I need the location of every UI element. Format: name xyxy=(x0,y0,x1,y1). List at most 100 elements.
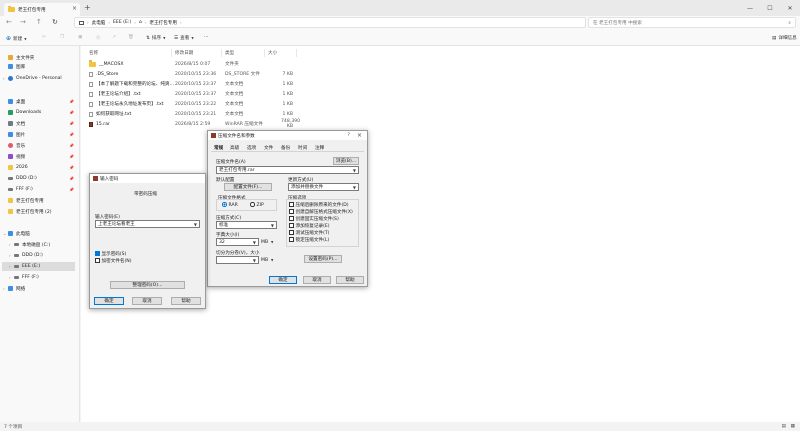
table-row[interactable]: 15.rar 2026/8/15 2:59 WinRAR 压缩文件 748,39… xyxy=(83,119,383,129)
sidebar-item-gallery[interactable]: 图库 xyxy=(8,62,78,71)
table-row[interactable]: 【老王论坛永久地址发布页】.txt 2020/10/15 23:22 文本文档 … xyxy=(83,100,383,108)
chevron-right-icon[interactable]: › xyxy=(9,253,11,258)
sidebar-item-pictures[interactable]: 图片 📌 xyxy=(8,130,78,139)
column-header-type[interactable]: 类型 xyxy=(225,50,234,56)
sidebar-item-2026[interactable]: 2026 📌 xyxy=(8,163,78,172)
sidebar-item-documents[interactable]: 文档 📌 xyxy=(8,119,78,128)
organize-passwords-button[interactable]: 整理密码(O)... xyxy=(110,281,185,289)
option-recovery[interactable]: 添加恢复记录(E) xyxy=(289,223,330,229)
column-header-size[interactable]: 大小 xyxy=(268,50,277,56)
sidebar-item-ddd[interactable]: DDD (D:) 📌 xyxy=(8,174,78,183)
table-row[interactable]: 【老王论坛介绍】.txt 2020/10/15 23:37 文本文档 1 KB xyxy=(83,90,383,98)
show-password-checkbox[interactable]: 显示密码(S) xyxy=(95,251,126,257)
cancel-button[interactable]: 取消 xyxy=(132,297,162,305)
ok-button[interactable]: 确定 xyxy=(94,297,124,305)
compression-method-select[interactable]: 标准 ▼ xyxy=(216,221,277,229)
profiles-button[interactable]: 配置文件(F)... xyxy=(224,183,272,191)
chevron-down-icon: ▼ xyxy=(270,222,274,228)
cancel-button[interactable]: 取消 xyxy=(303,276,331,284)
chevron-right-icon[interactable]: › xyxy=(9,242,11,247)
chevron-right-icon[interactable]: › xyxy=(3,286,5,291)
details-view-icon[interactable]: ▤ xyxy=(782,424,786,429)
close-button[interactable]: ✕ xyxy=(780,0,800,16)
delete-icon[interactable]: 🗑 xyxy=(128,35,134,40)
format-rar-radio[interactable]: RAR xyxy=(222,202,238,208)
split-volumes-combo[interactable]: ▼ xyxy=(216,256,259,264)
password-input[interactable]: 上老王论坛看老王 ▼ xyxy=(95,220,200,228)
chevron-right-icon[interactable]: › xyxy=(3,76,5,81)
explorer-tab[interactable]: 老王打包专用 × xyxy=(4,3,80,16)
rename-icon[interactable]: Ⓐ xyxy=(96,35,101,41)
sidebar-item-home[interactable]: 主文件夹 xyxy=(8,53,78,62)
search-placeholder: 在 老王打包专用 中搜索 xyxy=(593,20,642,26)
chevron-down-icon[interactable]: ▼ xyxy=(271,240,273,244)
browse-button[interactable]: 浏览(B)... xyxy=(333,157,359,165)
sidebar-item-laowang-2[interactable]: 老王打包专用 (2) xyxy=(8,207,78,216)
sidebar-item-onedrive[interactable]: › OneDrive - Personal xyxy=(3,74,78,83)
dictionary-size-select[interactable]: 32 ▼ xyxy=(216,238,259,246)
table-row[interactable]: .DS_Store 2020/10/15 23:36 DS_STORE 文件 7… xyxy=(83,70,383,78)
back-icon[interactable]: ← xyxy=(6,18,12,26)
chevron-right-icon[interactable]: › xyxy=(9,275,11,280)
forward-icon[interactable]: → xyxy=(20,18,26,26)
more-button[interactable]: ··· xyxy=(204,35,208,40)
format-zip-radio[interactable]: ZIP xyxy=(250,202,264,208)
new-button[interactable]: ⊕ 新建 ▼ xyxy=(6,35,27,42)
help-question-icon[interactable]: ? xyxy=(348,133,350,138)
option-test[interactable]: 测试压缩文件(T) xyxy=(289,230,329,236)
share-icon[interactable]: ↗ xyxy=(112,35,116,40)
cut-icon[interactable]: ✂ xyxy=(42,35,46,40)
up-icon[interactable]: ↑ xyxy=(36,18,42,26)
search-input[interactable]: 在 老王打包专用 中搜索 ⌕ xyxy=(588,17,796,28)
sidebar-item-network[interactable]: › 网络 xyxy=(3,284,78,293)
breadcrumb-drive[interactable]: EEE (E:) xyxy=(113,20,131,25)
option-sfx[interactable]: 创建自解压格式压缩文件(X) xyxy=(289,209,353,215)
details-pane-button[interactable]: ▤ 详细信息 xyxy=(772,35,797,42)
sidebar-item-c-drive[interactable]: › 本地磁盘 (C:) xyxy=(9,240,78,249)
sidebar-item-videos[interactable]: 视频 📌 xyxy=(8,152,78,161)
table-row[interactable]: __MACOSX 2026/8/15 0:07 文件夹 xyxy=(83,60,383,68)
minimize-button[interactable]: — xyxy=(740,0,760,16)
breadcrumb-home-icon[interactable]: ⌂ xyxy=(139,20,142,25)
chevron-down-icon[interactable]: ▼ xyxy=(271,258,273,262)
address-bar[interactable]: › 此电脑 › EEE (E:) › ⌂ › 老王打包专用 › xyxy=(74,17,586,28)
sidebar-item-downloads[interactable]: Downloads 📌 xyxy=(8,108,78,117)
view-button[interactable]: ☰ 查看 ▼ xyxy=(174,35,194,42)
paste-icon[interactable]: ▣ xyxy=(78,35,82,40)
close-icon[interactable]: × xyxy=(357,132,362,139)
column-header-date[interactable]: 修改日期 xyxy=(175,50,193,56)
encrypt-names-checkbox[interactable]: 加密文件名(N) xyxy=(95,258,132,264)
option-solid[interactable]: 创建固实压缩文件(S) xyxy=(289,216,339,222)
sidebar-item-desktop[interactable]: 桌面 📌 xyxy=(8,97,78,106)
chevron-down-icon[interactable]: ⌄ xyxy=(3,231,6,236)
sidebar-item-this-pc[interactable]: ⌄ 此电脑 xyxy=(3,229,78,238)
breadcrumb-this-pc[interactable]: 此电脑 xyxy=(92,20,106,26)
refresh-icon[interactable]: ↻ xyxy=(52,18,58,26)
column-header-name[interactable]: 名称 xyxy=(89,50,98,56)
sort-button[interactable]: ⇅ 排序 ▼ xyxy=(146,35,165,42)
archive-name-combo[interactable]: 老王打包专用.rar ▼ xyxy=(216,166,359,174)
sidebar-item-d-drive[interactable]: › DDD (D:) xyxy=(9,251,78,260)
help-button[interactable]: 帮助 xyxy=(336,276,364,284)
update-mode-select[interactable]: 添加并替换文件 ▼ xyxy=(288,183,359,191)
breadcrumb-folder[interactable]: 老王打包专用 xyxy=(149,20,177,26)
tab-close-icon[interactable]: × xyxy=(72,5,77,12)
new-tab-button[interactable]: + xyxy=(84,3,91,12)
chevron-right-icon[interactable]: › xyxy=(9,264,11,269)
option-lock[interactable]: 锁定压缩文件(L) xyxy=(289,237,329,243)
sidebar-item-music[interactable]: 音乐 📌 xyxy=(8,141,78,150)
option-delete-after[interactable]: 压缩后删除原来的文件(D) xyxy=(289,202,349,208)
sidebar-item-e-drive[interactable]: › EEE (E:) xyxy=(2,262,75,271)
help-button[interactable]: 帮助 xyxy=(171,297,201,305)
table-row[interactable]: 【本了解题下载和完整的论坛、纯爽集】.txt 2020/10/15 23:37 … xyxy=(83,80,383,88)
table-row[interactable]: 如何获取网址.txt 2020/10/15 23:21 文本文档 1 KB xyxy=(83,110,383,118)
sidebar-item-laowang[interactable]: 老王打包专用 xyxy=(8,196,78,205)
tiles-view-icon[interactable]: ▦ xyxy=(791,424,795,429)
maximize-button[interactable]: ☐ xyxy=(760,0,780,16)
sidebar-item-f-drive[interactable]: › FFF (F:) xyxy=(9,273,78,282)
copy-icon[interactable]: ❐ xyxy=(60,35,64,40)
text-file-icon xyxy=(89,81,93,87)
ok-button[interactable]: 确定 xyxy=(269,276,297,284)
sidebar-item-fff[interactable]: FFF (F:) 📌 xyxy=(8,185,78,194)
set-password-button[interactable]: 设置密码(P)... xyxy=(304,255,342,263)
